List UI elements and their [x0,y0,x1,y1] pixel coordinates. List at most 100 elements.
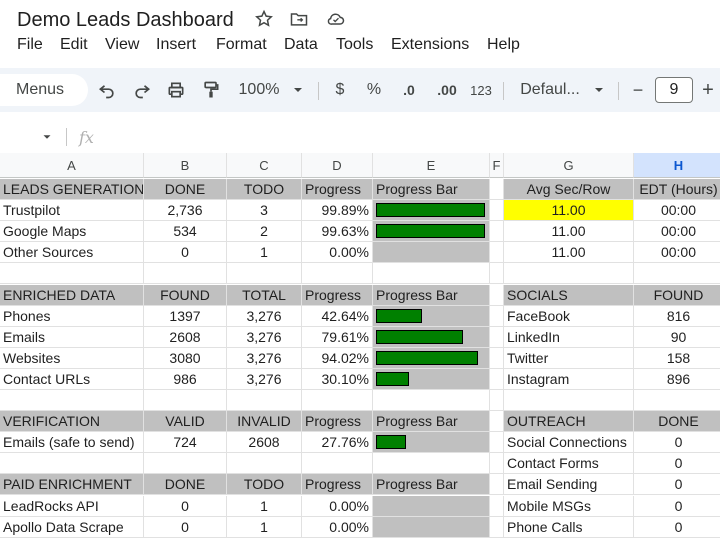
cell-a[interactable]: Trustpilot [0,200,144,222]
cell-b[interactable]: 0 [144,242,227,264]
cell-g[interactable]: Social Connections [504,432,634,454]
cell-f[interactable] [490,390,504,411]
font-family-select[interactable]: Defaul... [518,78,582,102]
cell-b[interactable]: 2,736 [144,200,227,222]
cell-f[interactable] [490,432,504,454]
cell-h[interactable]: 0 [634,474,720,496]
column-header-e[interactable]: E [373,153,490,178]
cell-c[interactable]: TODO [227,474,302,496]
cell-a[interactable]: Websites [0,347,144,369]
cell-c[interactable]: INVALID [227,411,302,433]
cell-d[interactable]: 99.89% [302,200,373,222]
cell-b[interactable] [144,453,227,475]
column-header-c[interactable]: C [227,153,302,178]
cell-a[interactable]: Other Sources [0,242,144,264]
cell-c[interactable]: 2 [227,221,302,243]
menu-tools[interactable]: Tools [336,36,373,54]
move-folder-icon[interactable] [289,9,311,31]
cell-e[interactable] [373,453,490,475]
cell-f[interactable] [490,305,504,327]
cell-b[interactable]: DONE [144,179,227,200]
cell-c[interactable]: 3,276 [227,326,302,348]
cell-g[interactable]: Avg Sec/Row [504,179,634,200]
cell-d[interactable]: Progress [302,411,373,433]
cell-a[interactable]: LEADS GENERATION [0,179,144,200]
cell-a[interactable] [0,263,144,285]
decrease-decimal-button[interactable]: .0 [396,78,422,102]
menu-insert[interactable]: Insert [156,36,196,54]
star-icon[interactable] [254,9,276,31]
cell-d[interactable] [302,390,373,411]
cell-g[interactable]: SOCIALS [504,284,634,306]
increase-decimal-button[interactable]: .00 [432,78,462,102]
cell-h[interactable]: 816 [634,306,720,327]
cell-a[interactable]: Contact URLs [0,368,144,390]
cell-c[interactable]: 2608 [227,432,302,454]
cell-f[interactable] [490,284,504,306]
cell-d[interactable]: 0.00% [302,495,373,517]
cell-e[interactable]: Progress Bar [373,284,490,306]
cell-f[interactable] [490,326,504,348]
cell-f[interactable] [490,411,504,433]
cell-h[interactable]: 00:00 [634,242,720,264]
progress-bar-cell[interactable] [373,347,490,369]
cell-d[interactable]: Progress [302,179,373,200]
cell-h[interactable]: 0 [634,432,720,454]
cell-d[interactable]: 27.76% [302,432,373,454]
cell-b[interactable]: 724 [144,432,227,454]
cell-h[interactable]: EDT (Hours) [634,179,720,200]
undo-icon[interactable] [96,78,118,102]
cell-e[interactable]: Progress Bar [373,474,490,496]
cell-b[interactable]: 3080 [144,347,227,369]
cell-d[interactable]: 94.02% [302,347,373,369]
progress-bar-cell[interactable] [373,200,490,222]
decrease-font-size-button[interactable]: − [628,78,648,102]
progress-bar-cell[interactable] [373,242,490,264]
cell-f[interactable] [490,200,504,222]
font-size-input[interactable]: 9 [655,77,693,103]
cell-a[interactable]: VERIFICATION [0,411,144,433]
progress-bar-cell[interactable] [373,495,490,517]
cell-g[interactable]: Twitter [504,347,634,369]
cell-b[interactable]: 0 [144,516,227,538]
cell-b[interactable]: DONE [144,474,227,496]
cell-e[interactable]: Progress Bar [373,411,490,433]
cell-h[interactable]: 90 [634,327,720,348]
cell-a[interactable]: Google Maps [0,221,144,243]
cell-e[interactable] [373,263,490,285]
chevron-down-icon[interactable] [591,78,607,102]
cell-f[interactable] [490,516,504,538]
cell-g[interactable]: Instagram [504,368,634,390]
cell-c[interactable] [227,453,302,475]
cell-a[interactable] [0,390,144,411]
cell-a[interactable]: Emails (safe to send) [0,432,144,454]
menu-file[interactable]: File [17,36,43,54]
cell-a[interactable]: Apollo Data Scrape [0,516,144,538]
cell-c[interactable]: 1 [227,516,302,538]
cell-a[interactable]: ENRICHED DATA [0,284,144,306]
cell-g[interactable]: 11.00 [504,221,634,243]
cell-d[interactable]: Progress [302,284,373,306]
cell-g[interactable]: 11.00 [504,200,634,222]
cell-g[interactable]: LinkedIn [504,326,634,348]
progress-bar-cell[interactable] [373,326,490,348]
cell-c[interactable]: TODO [227,179,302,200]
cell-b[interactable]: 534 [144,221,227,243]
chevron-down-icon[interactable] [290,78,306,102]
cell-h[interactable]: 158 [634,348,720,369]
increase-font-size-button[interactable]: + [698,78,718,102]
cell-d[interactable]: 79.61% [302,326,373,348]
cell-d[interactable]: Progress [302,474,373,496]
cell-b[interactable]: 0 [144,495,227,517]
cell-f[interactable] [490,179,504,200]
cell-f[interactable] [490,347,504,369]
cell-e[interactable] [373,390,490,411]
cell-c[interactable]: 1 [227,242,302,264]
cell-d[interactable]: 42.64% [302,305,373,327]
cell-h[interactable] [634,390,720,411]
cell-f[interactable] [490,368,504,390]
cell-b[interactable]: FOUND [144,284,227,306]
cell-g[interactable]: Email Sending [504,474,634,496]
cell-b[interactable]: VALID [144,411,227,433]
cell-c[interactable]: 3,276 [227,305,302,327]
